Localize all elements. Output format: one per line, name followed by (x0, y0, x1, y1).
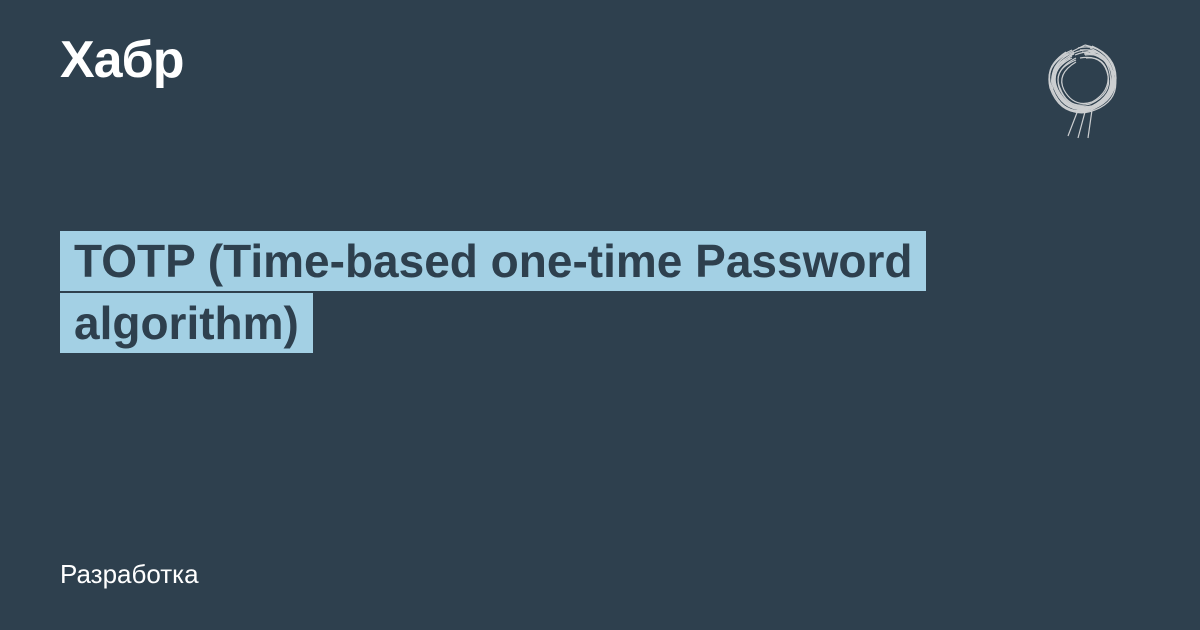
scribble-icon (1030, 30, 1140, 140)
header: Хабр (0, 0, 1200, 140)
category-label: Разработка (60, 559, 199, 590)
title-container: TOTP (Time-based one-time Password algor… (60, 230, 1140, 354)
site-logo: Хабр (60, 30, 184, 90)
article-title: TOTP (Time-based one-time Password algor… (60, 231, 926, 353)
